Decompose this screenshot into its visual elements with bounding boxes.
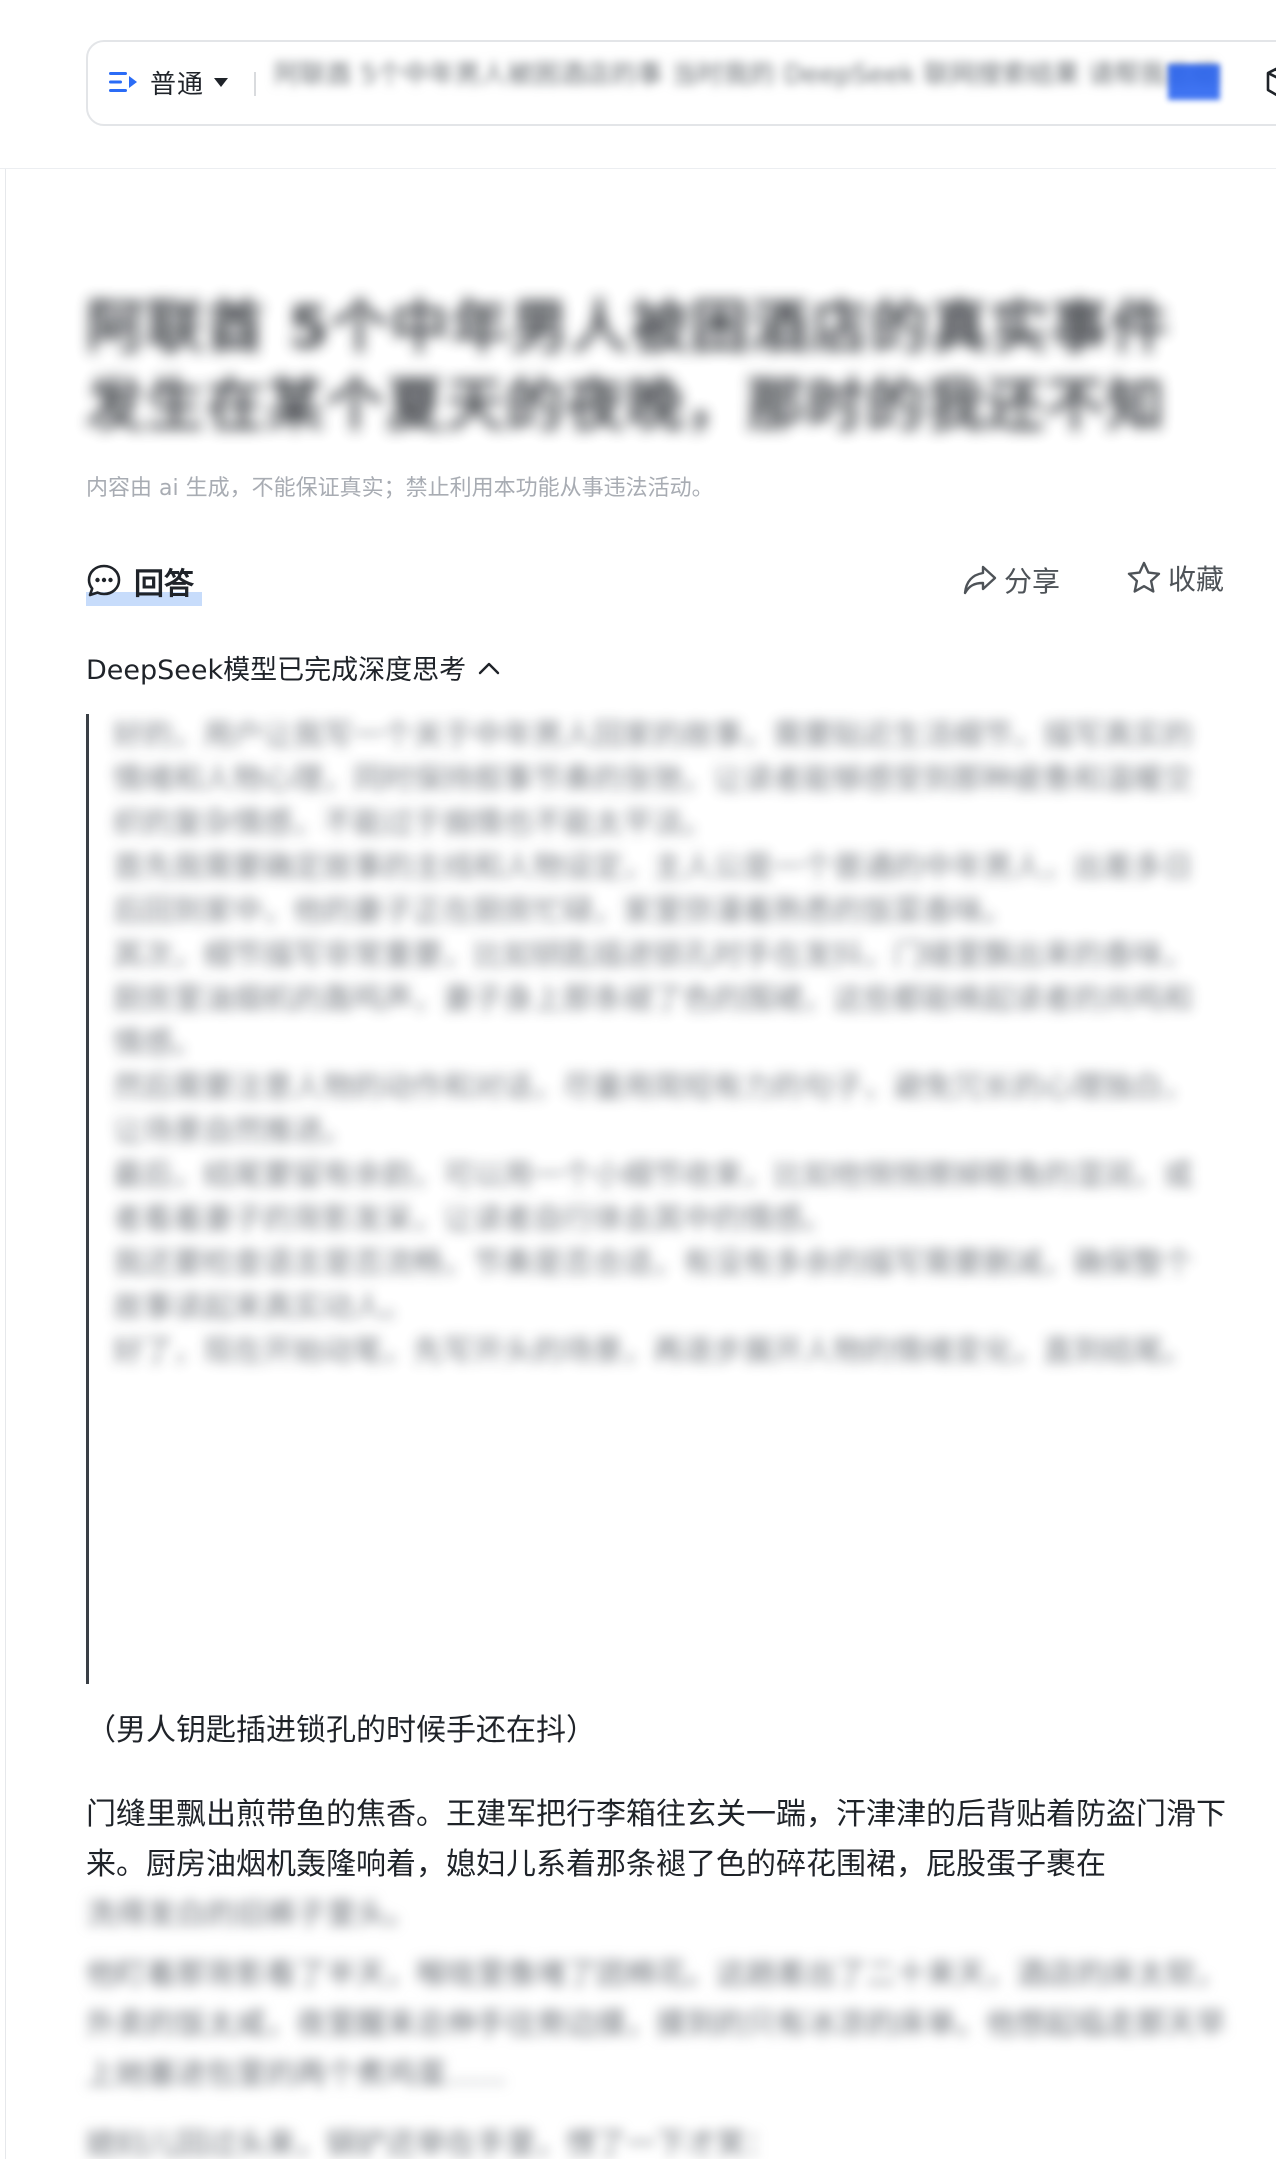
thinking-paragraph: 好了，现在开始动笔，先写开头的场景，再逐步展开人物的情绪变化，直到结尾。 (113, 1334, 1193, 1369)
tab-answer-label: 回答 (134, 567, 194, 602)
thinking-paragraph: 最后，结尾要留有余韵，可以用一个小细节收束，比如他悄悄擦掉眼角的湿润，或者看着妻… (113, 1158, 1193, 1237)
chat-bubble-icon (87, 564, 121, 597)
answer-paragraph-blurred: 洗得发白的旧裤子里头。 (86, 1897, 416, 1932)
divider (254, 72, 256, 96)
search-input[interactable]: 阿联酋 5个中年男人被困酒店的事 当时我的 DeepSeek 联网搜索结果 请帮… (266, 54, 1234, 112)
answer-paragraph-text: 门缝里飘出煎带鱼的焦香。王建军把行李箱往玄关一踹，汗津津的后背贴着防盗门滑下来。… (86, 1797, 1226, 1882)
answer-paragraph: 门缝里飘出煎带鱼的焦香。王建军把行李箱往玄关一踹，汗津津的后背贴着防盗门滑下来。… (86, 1790, 1246, 1940)
page: 普通 阿联酋 5个中年男人被困酒店的事 当时我的 DeepSeek 联网搜索结果… (0, 0, 1276, 2159)
favorite-label: 收藏 (1168, 563, 1225, 596)
deep-thinking-label: DeepSeek模型已完成深度思考 (86, 655, 467, 686)
chevron-up-icon (478, 662, 500, 674)
deep-thinking-toggle[interactable]: DeepSeek模型已完成深度思考 (86, 648, 500, 687)
answer-body: （男人钥匙插进锁孔的时候手还在抖） 门缝里飘出煎带鱼的焦香。王建军把行李箱往玄关… (86, 1710, 1246, 2159)
search-submit-icon[interactable] (1168, 64, 1220, 100)
thinking-content: 好的，用户让我写一个关于中年男人回家的故事，需要贴近生活细节，描写真实的情绪和人… (86, 714, 1209, 1684)
search-mode-label: 普通 (150, 69, 205, 100)
search-mode-dropdown[interactable]: 普通 (108, 60, 229, 104)
list-mode-icon (109, 72, 137, 92)
tab-answer[interactable]: 回答 (86, 556, 202, 606)
page-title: 阿联酋 5个中年男人被困酒店的真实事件发生在某个夏天的夜晚，那时的我还不知道，所… (86, 293, 1171, 439)
answer-paragraph: 媳妇儿回过头来，锅铲还举在手里，愣了一下才笑： (86, 2127, 776, 2159)
share-button[interactable]: 分享 (962, 560, 1060, 600)
stage-direction: （男人钥匙插进锁孔的时候手还在抖） (86, 1713, 596, 1748)
ai-disclaimer: 内容由 ai 生成，不能保证真实；禁止利用本功能从事违法活动。 (86, 476, 714, 501)
search-box[interactable]: 普通 阿联酋 5个中年男人被困酒店的事 当时我的 DeepSeek 联网搜索结果… (86, 40, 1276, 126)
star-icon (1127, 561, 1161, 593)
share-label: 分享 (1004, 565, 1061, 598)
thinking-text: 好的，用户让我写一个关于中年男人回家的故事，需要贴近生活细节，描写真实的情绪和人… (113, 714, 1203, 1374)
thinking-paragraph: 其次，细节描写非常重要，比如钥匙插进锁孔时手在发抖，门缝里飘出来的香味，厨房里油… (113, 938, 1193, 1061)
answer-paragraph: 他盯着那背影看了半天，喉咙里像堵了团棉花。这趟差出了二十来天，酒店的床太软，外卖… (86, 1957, 1226, 2092)
share-icon (963, 565, 997, 595)
top-bar: 普通 阿联酋 5个中年男人被困酒店的事 当时我的 DeepSeek 联网搜索结果… (0, 0, 1276, 169)
left-border (5, 0, 6, 2159)
caret-down-icon (214, 77, 229, 87)
thinking-paragraph: 首先我需要确定故事的主线和人物设定，主人公是一个普通的中年男人，出差多日后回到家… (113, 850, 1193, 929)
cube-icon[interactable] (1262, 62, 1276, 102)
favorite-button[interactable]: 收藏 (1126, 558, 1224, 598)
thinking-paragraph: 然后需要注意人物的动作和对话，尽量用简短有力的句子，避免冗长的心理独白，让场景自… (113, 1070, 1193, 1149)
thinking-paragraph: 好的，用户让我写一个关于中年男人回家的故事，需要贴近生活细节，描写真实的情绪和人… (113, 718, 1193, 841)
thinking-paragraph: 我还要检查语言是否流畅，节奏是否合适，有没有多余的描写需要删减，确保整个故事读起… (113, 1246, 1193, 1325)
